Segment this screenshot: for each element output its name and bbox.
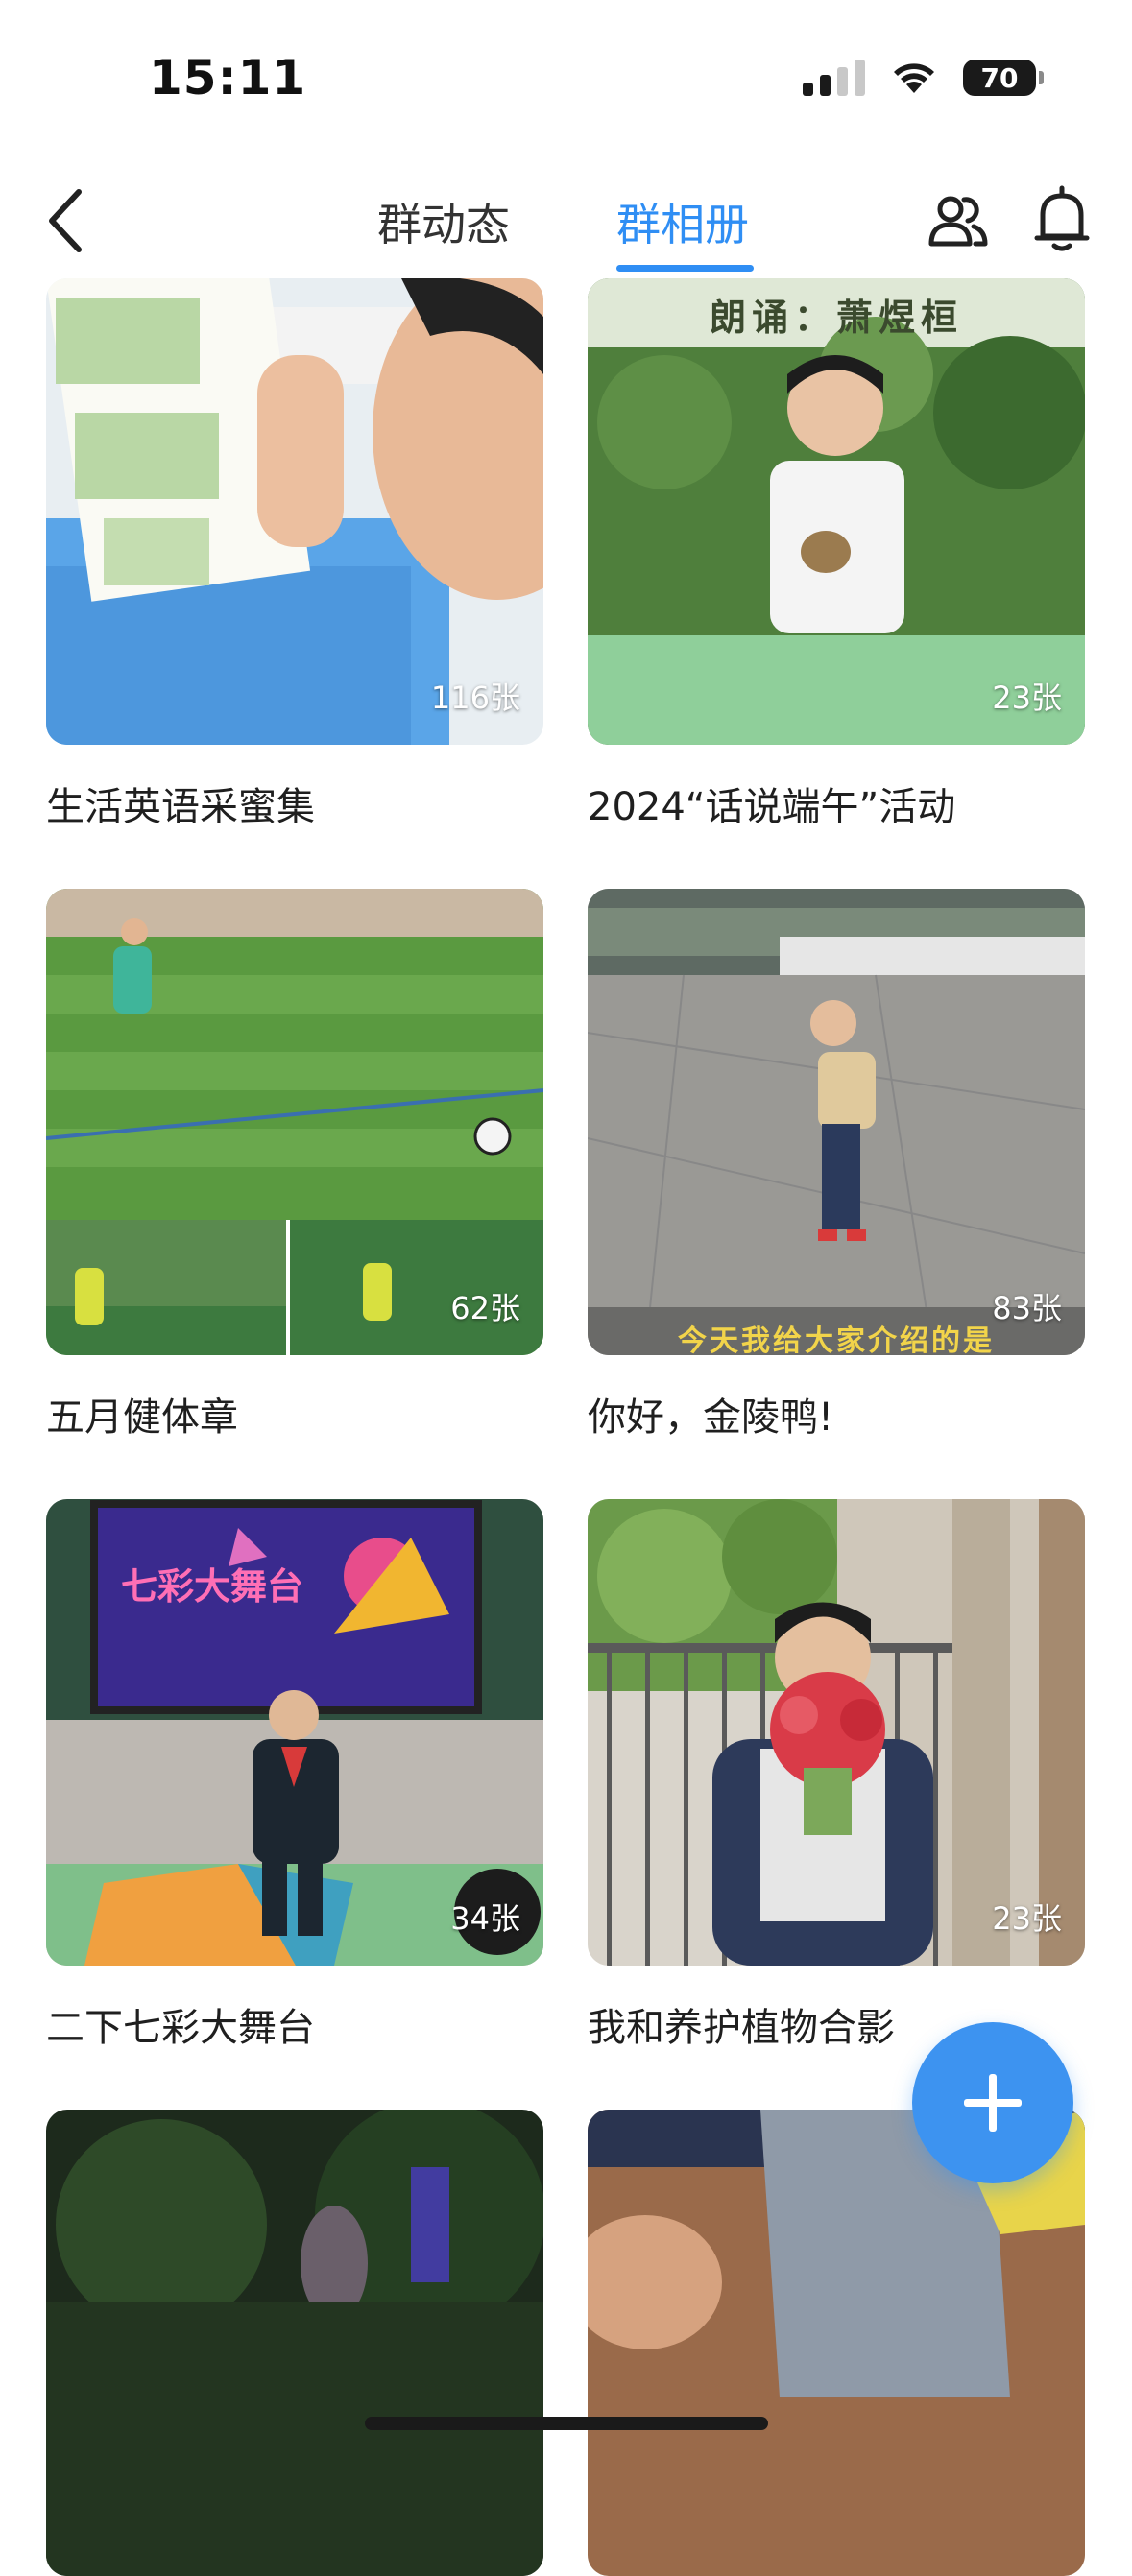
album-title: 五月健体章 <box>46 1395 238 1440</box>
album-card[interactable]: 朗诵：萧煜桓 23张 2024“话说端午”活动 <box>588 278 1085 829</box>
home-indicator <box>365 2417 768 2430</box>
album-card[interactable]: 116张 生活英语采蜜集 <box>46 278 543 829</box>
back-button[interactable] <box>40 184 98 257</box>
album-cover <box>46 2110 543 2576</box>
album-card[interactable]: 23张 我和养护植物合影 <box>588 1499 1085 2050</box>
album-title: 我和养护植物合影 <box>588 2006 895 2050</box>
album-cover: 116张 <box>46 278 543 745</box>
status-icons: 70 <box>803 60 1044 96</box>
battery-icon: 70 <box>963 60 1044 96</box>
tab-group-album[interactable]: 群相册 <box>616 190 749 253</box>
album-cover: 今天我给大家介绍的是 83张 <box>588 889 1085 1355</box>
status-time: 15:11 <box>149 50 307 106</box>
album-title: 生活英语采蜜集 <box>46 785 315 829</box>
photo-count: 116张 <box>430 680 520 716</box>
bell-icon <box>1034 185 1090 251</box>
album-card[interactable]: 今天我给大家介绍的是 83张 你好，金陵鸭! <box>588 889 1085 1440</box>
album-title: 2024“话说端午”活动 <box>588 785 956 829</box>
battery-level: 70 <box>980 61 1019 94</box>
album-cover-caption: 朗诵：萧煜桓 <box>709 296 963 339</box>
photo-count: 23张 <box>992 1900 1062 1937</box>
active-tab-indicator <box>616 265 754 272</box>
photo-count: 34张 <box>450 1900 520 1937</box>
album-card[interactable]: 62张 五月健体章 <box>46 889 543 1440</box>
album-cover: 七彩大舞台 34张 <box>46 1499 543 1966</box>
back-icon <box>49 189 82 252</box>
photo-count: 23张 <box>992 680 1062 716</box>
album-cover-image <box>46 2110 543 2576</box>
wifi-icon <box>894 63 934 93</box>
album-cover: 62张 <box>46 889 543 1355</box>
signal-icon <box>803 60 865 96</box>
status-bar: 15:11 70 <box>0 0 1132 163</box>
members-button[interactable] <box>927 192 989 250</box>
album-cover: 23张 <box>588 1499 1085 1966</box>
members-icon <box>928 196 988 247</box>
tab-group-feed[interactable]: 群动态 <box>377 190 510 253</box>
album-title: 二下七彩大舞台 <box>46 2006 315 2050</box>
album-cover: 朗诵：萧煜桓 23张 <box>588 278 1085 745</box>
album-card[interactable] <box>46 2110 543 2576</box>
album-title: 你好，金陵鸭! <box>588 1395 834 1440</box>
nav-bar: 群动态 群相册 <box>0 163 1132 278</box>
notification-button[interactable] <box>1033 184 1091 253</box>
add-album-button[interactable] <box>912 2022 1073 2183</box>
photo-count: 62张 <box>450 1290 520 1326</box>
album-card[interactable]: 七彩大舞台 34张 二下七彩大舞台 <box>46 1499 543 2050</box>
photo-count: 83张 <box>992 1290 1062 1326</box>
album-cover-caption: 七彩大舞台 <box>121 1565 304 1608</box>
